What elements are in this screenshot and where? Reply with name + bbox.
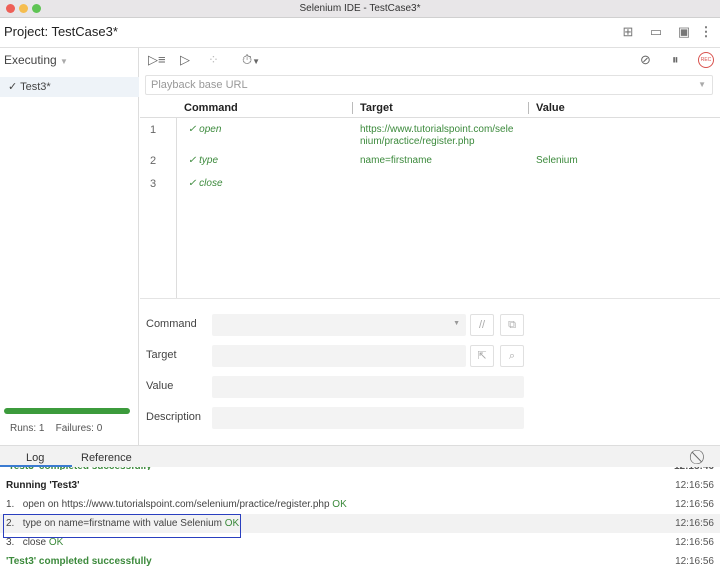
log-time: 12:16:56 xyxy=(675,518,714,529)
command-input[interactable]: ▼ xyxy=(212,314,466,336)
title-bar: Selenium IDE - TestCase3* xyxy=(0,0,720,18)
progress-bar xyxy=(4,408,130,414)
log-time: 12:16:56 xyxy=(675,480,714,491)
table-row[interactable]: 2 ✓ type name=firstname Selenium xyxy=(140,155,720,175)
log-time: 12:16:56 xyxy=(675,499,714,510)
chevron-down-icon: ▼ xyxy=(60,57,68,66)
tab-reference[interactable]: Reference xyxy=(81,452,132,464)
target-line: nium/practice/register.php xyxy=(360,136,475,147)
comment-button[interactable]: // xyxy=(470,314,494,336)
speed-icon[interactable]: ⏱▼ xyxy=(242,52,260,68)
test-label: ✓ Test3* xyxy=(8,81,51,93)
chevron-down-icon[interactable]: ▼ xyxy=(453,320,460,327)
log-text: Running 'Test3' xyxy=(6,480,80,491)
window-title: Selenium IDE - TestCase3* xyxy=(299,3,421,14)
step-icon[interactable]: ⁘ xyxy=(208,52,219,68)
project-header: Project: TestCase3* ⊞ ▭ ▣ ⋮ xyxy=(0,18,720,48)
row-number: 1 xyxy=(150,124,157,136)
mode-dropdown[interactable]: Executing ▼ xyxy=(4,53,68,67)
log-text: open on https://www.tutorialspoint.com/s… xyxy=(22,499,330,510)
open-reference-icon[interactable]: ⧉ xyxy=(500,314,524,336)
log-status: OK xyxy=(332,499,347,510)
bottom-tabs: Log Reference ⃠ xyxy=(0,445,720,467)
pause-icon[interactable]: ⏸ xyxy=(672,52,679,68)
target-input[interactable] xyxy=(212,345,466,367)
record-icon[interactable]: REC xyxy=(698,52,714,68)
url-placeholder: Playback base URL xyxy=(151,79,248,91)
value-label: Value xyxy=(146,380,174,392)
mode-label: Executing xyxy=(4,53,57,67)
log-entry: 3. close OK 12:16:56 xyxy=(0,533,720,552)
chevron-down-icon[interactable]: ▼ xyxy=(698,76,706,94)
log-time: 12:16:56 xyxy=(675,537,714,548)
project-title: Project: TestCase3* xyxy=(4,24,118,39)
disable-breakpoints-icon[interactable]: ⊘ xyxy=(640,52,651,68)
run-stats: Runs: 1 Failures: 0 xyxy=(10,423,102,434)
select-target-icon[interactable]: ⇱ xyxy=(470,345,494,367)
divider xyxy=(140,298,720,299)
tab-log[interactable]: Log xyxy=(26,452,44,464)
log-text: close xyxy=(22,537,47,548)
target-line: https://www.tutorialspoint.com/sele xyxy=(360,124,514,135)
active-tab-indicator xyxy=(0,465,72,467)
test-item-test3[interactable]: ✓ Test3* xyxy=(0,77,139,97)
table-header: Command Target Value xyxy=(140,100,720,118)
row-command: ✓ open xyxy=(188,124,222,135)
target-label: Target xyxy=(146,349,177,361)
row-number: 3 xyxy=(150,178,157,190)
failures-count: Failures: 0 xyxy=(55,423,103,434)
log-entry: 1. open on https://www.tutorialspoint.co… xyxy=(0,495,720,514)
search-icon[interactable]: ⌕ xyxy=(500,345,524,367)
row-target: https://www.tutorialspoint.com/sele nium/… xyxy=(360,124,513,148)
header-command: Command xyxy=(184,102,238,114)
run-all-icon[interactable]: ▷≡ xyxy=(148,52,166,68)
comment-label: // xyxy=(478,319,486,331)
table-row[interactable]: 3 ✓ close xyxy=(140,178,720,198)
description-input[interactable] xyxy=(212,407,524,429)
log-num: 3. xyxy=(6,537,15,548)
command-label: Command xyxy=(146,318,197,330)
save-icon[interactable]: ▣ xyxy=(676,24,692,40)
log-status: OK xyxy=(48,537,64,548)
row-number: 2 xyxy=(150,155,157,167)
header-value: Value xyxy=(536,102,565,114)
row-value: Selenium xyxy=(536,155,578,166)
row-command: ✓ close xyxy=(188,178,223,189)
run-icon[interactable]: ▷ xyxy=(180,52,190,68)
header-target: Target xyxy=(360,102,393,114)
log-entry: 'Test3' completed successfully 12:16:56 xyxy=(0,552,720,571)
more-vert-icon[interactable]: ⋮ xyxy=(698,24,714,40)
base-url-input[interactable]: Playback base URL ▼ xyxy=(145,75,713,95)
open-folder-icon[interactable]: ▭ xyxy=(648,24,664,40)
log-time: 12:16:56 xyxy=(675,556,714,567)
runs-count: Runs: 1 xyxy=(10,423,45,434)
value-input[interactable] xyxy=(212,376,524,398)
log-entry: Running 'Test3' 12:16:56 xyxy=(0,476,720,495)
minimize-window-button[interactable] xyxy=(19,4,28,13)
row-target: name=firstname xyxy=(360,155,432,166)
column-divider[interactable] xyxy=(352,102,353,114)
description-label: Description xyxy=(146,411,202,423)
close-window-button[interactable] xyxy=(6,4,15,13)
record-label: REC xyxy=(700,57,712,63)
log-text: 'Test3' completed successfully xyxy=(6,556,152,567)
log-num: 1. xyxy=(6,499,15,510)
row-command: ✓ type xyxy=(188,155,219,166)
column-divider[interactable] xyxy=(528,102,529,114)
maximize-window-button[interactable] xyxy=(32,4,41,13)
new-folder-icon[interactable]: ⊞ xyxy=(620,24,636,40)
sidebar: Executing ▼ ✓ Test3* Runs: 1 Failures: 0 xyxy=(0,48,139,445)
table-row[interactable]: 1 ✓ open https://www.tutorialspoint.com/… xyxy=(140,124,720,154)
